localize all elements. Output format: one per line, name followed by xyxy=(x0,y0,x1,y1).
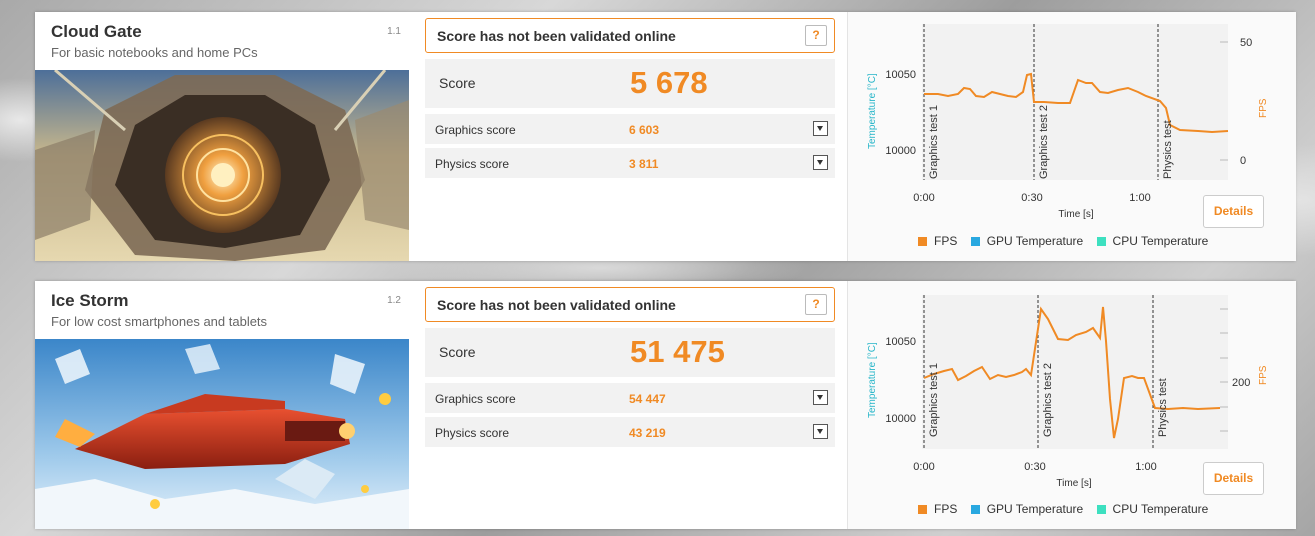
right-y-axis-label: FPS xyxy=(1258,98,1269,118)
x-axis-label: Time [s] xyxy=(1058,209,1093,220)
gpu-temperature-swatch xyxy=(970,505,980,514)
section-label: Graphics test 2 xyxy=(1042,363,1054,437)
right-y-axis-label: FPS xyxy=(1258,365,1269,385)
right-y-tick: 200 xyxy=(1232,377,1250,389)
score-box: Score 5 678 xyxy=(425,59,835,108)
physics-score-value: 43 219 xyxy=(629,426,666,440)
graphics-score-label: Graphics score xyxy=(435,392,516,406)
x-tick: 0:30 xyxy=(1024,461,1045,473)
monitoring-panel: Graphics test 1 Graphics test 2 Physics … xyxy=(847,12,1296,261)
help-button[interactable]: ? xyxy=(805,25,827,46)
benchmark-thumbnail xyxy=(35,339,409,529)
score-value: 51 475 xyxy=(630,334,725,369)
score-value: 5 678 xyxy=(630,65,708,100)
legend-item-cpu-temperature[interactable]: CPU Temperature xyxy=(1096,234,1209,248)
benchmark-header: Ice Storm For low cost smartphones and t… xyxy=(35,281,409,339)
legend-label: CPU Temperature xyxy=(1112,234,1209,248)
expand-dropdown-icon[interactable] xyxy=(813,121,828,136)
score-label: Score xyxy=(439,75,476,91)
left-y-axis-label: Temperature [°C] xyxy=(867,342,878,418)
benchmark-card-cloud-gate: Cloud Gate For basic notebooks and home … xyxy=(35,12,1296,261)
score-section: Score has not been validated online ? Sc… xyxy=(425,287,835,447)
benchmark-subtitle: For basic notebooks and home PCs xyxy=(51,45,258,60)
x-tick: 1:00 xyxy=(1135,461,1156,473)
left-y-axis-label: Temperature [°C] xyxy=(867,73,878,149)
left-y-tick: 10050 xyxy=(885,336,916,348)
benchmark-version: 1.1 xyxy=(387,26,401,37)
legend-label: GPU Temperature xyxy=(986,234,1084,248)
left-y-tick: 10000 xyxy=(885,413,916,425)
legend-label: FPS xyxy=(934,502,958,516)
x-axis-label: Time [s] xyxy=(1056,478,1091,489)
expand-dropdown-icon[interactable] xyxy=(813,424,828,439)
benchmark-title: Ice Storm xyxy=(51,291,129,310)
monitoring-panel: Graphics test 1 Graphics test 2 Physics … xyxy=(847,281,1296,529)
benchmark-thumbnail xyxy=(35,70,409,261)
validation-text: Score has not been validated online xyxy=(437,297,676,313)
cpu-temperature-swatch xyxy=(1096,505,1106,514)
graphics-score-row[interactable]: Graphics score 54 447 xyxy=(425,383,835,413)
legend-label: GPU Temperature xyxy=(986,502,1084,516)
right-y-tick: 50 xyxy=(1240,37,1252,49)
section-label: Physics test xyxy=(1162,120,1174,179)
gpu-temperature-swatch xyxy=(970,237,980,246)
right-y-tick: 0 xyxy=(1240,155,1246,167)
legend-label: FPS xyxy=(934,234,958,248)
benchmark-version: 1.2 xyxy=(387,295,401,306)
graphics-score-row[interactable]: Graphics score 6 603 xyxy=(425,114,835,144)
score-box: Score 51 475 xyxy=(425,328,835,377)
chart-legend: FPS GPU Temperature CPU Temperature xyxy=(918,502,1218,516)
legend-item-gpu-temperature[interactable]: GPU Temperature xyxy=(970,234,1084,248)
details-button[interactable]: Details xyxy=(1203,195,1264,228)
physics-score-label: Physics score xyxy=(435,157,510,171)
physics-score-value: 3 811 xyxy=(629,157,659,171)
expand-dropdown-icon[interactable] xyxy=(813,390,828,405)
physics-score-row[interactable]: Physics score 3 811 xyxy=(425,148,835,178)
legend-item-gpu-temperature[interactable]: GPU Temperature xyxy=(970,502,1084,516)
physics-score-row[interactable]: Physics score 43 219 xyxy=(425,417,835,447)
validation-notice: Score has not been validated online ? xyxy=(425,18,835,53)
graphics-score-label: Graphics score xyxy=(435,123,516,137)
details-button[interactable]: Details xyxy=(1203,462,1264,495)
benchmark-title: Cloud Gate xyxy=(51,22,142,41)
score-section: Score has not been validated online ? Sc… xyxy=(425,18,835,178)
x-tick: 0:00 xyxy=(913,192,934,204)
section-label: Physics test xyxy=(1157,378,1169,437)
physics-score-label: Physics score xyxy=(435,426,510,440)
left-y-tick: 10000 xyxy=(885,145,916,157)
left-y-tick: 10050 xyxy=(885,69,916,81)
benchmark-header: Cloud Gate For basic notebooks and home … xyxy=(35,12,409,70)
validation-text: Score has not been validated online xyxy=(437,28,676,44)
benchmark-card-ice-storm: Ice Storm For low cost smartphones and t… xyxy=(35,281,1296,529)
section-label: Graphics test 2 xyxy=(1038,105,1050,179)
legend-label: CPU Temperature xyxy=(1112,502,1209,516)
x-tick: 0:30 xyxy=(1021,192,1042,204)
score-label: Score xyxy=(439,344,476,360)
legend-item-cpu-temperature[interactable]: CPU Temperature xyxy=(1096,502,1209,516)
help-button[interactable]: ? xyxy=(805,294,827,315)
chart-plot-area xyxy=(922,295,1228,449)
benchmark-subtitle: For low cost smartphones and tablets xyxy=(51,314,268,329)
x-tick: 0:00 xyxy=(913,461,934,473)
graphics-score-value: 6 603 xyxy=(629,123,660,137)
legend-item-fps[interactable]: FPS xyxy=(918,234,957,248)
chart-plot-area xyxy=(922,24,1228,180)
graphics-score-value: 54 447 xyxy=(629,392,666,406)
validation-notice: Score has not been validated online ? xyxy=(425,287,835,322)
legend-item-fps[interactable]: FPS xyxy=(918,502,957,516)
chart-legend: FPS GPU Temperature CPU Temperature xyxy=(918,234,1218,248)
x-tick: 1:00 xyxy=(1129,192,1150,204)
section-label: Graphics test 1 xyxy=(928,363,940,437)
section-label: Graphics test 1 xyxy=(928,105,940,179)
fps-swatch xyxy=(918,505,927,514)
fps-swatch xyxy=(918,237,927,246)
expand-dropdown-icon[interactable] xyxy=(813,155,828,170)
cpu-temperature-swatch xyxy=(1096,237,1106,246)
